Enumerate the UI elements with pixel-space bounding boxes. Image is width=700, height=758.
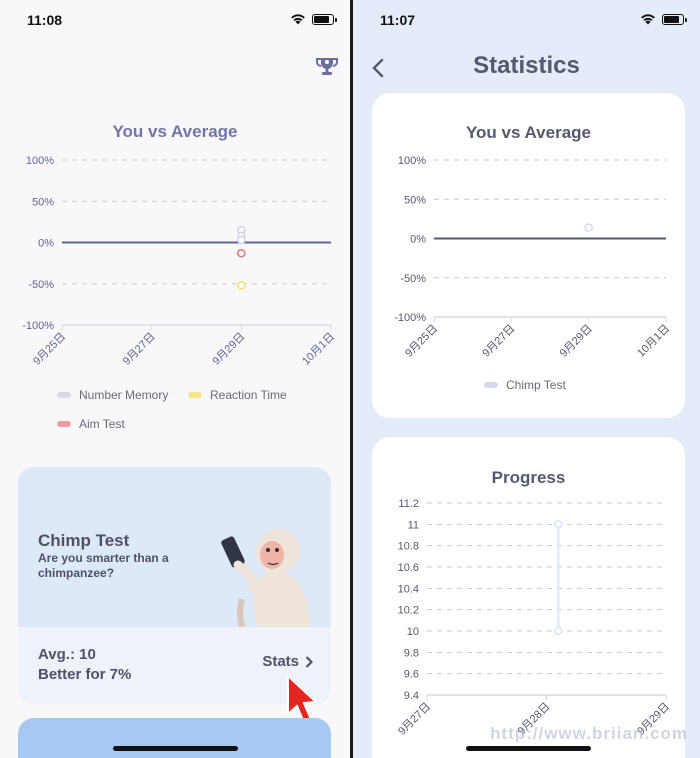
chimpanzee-illustration	[221, 529, 310, 627]
legend-swatch	[484, 382, 498, 388]
chevron-right-icon	[305, 655, 313, 668]
x-tick-label: 9月25日	[31, 331, 68, 365]
battery-icon	[312, 13, 337, 25]
y-tick-label: 0%	[38, 238, 54, 250]
watermark: http://www.briian.com	[490, 724, 688, 743]
stats-button[interactable]: Stats	[262, 653, 313, 670]
data-point	[237, 248, 246, 258]
x-tick-label: 9月29日	[558, 323, 595, 360]
chimp-test-card[interactable]: Chimp Test Are you smarter than a chimpa…	[18, 467, 331, 704]
y-tick-label: 9.8	[404, 647, 419, 659]
right-phone-screen: 11:07 Statistics You vs Average 100% 50% 0…	[353, 0, 700, 758]
legend-label: Number Memory	[79, 388, 169, 402]
you-vs-average-chart: 100% 50% 0% -50% -100%9月25日 9月27日 9月29日 10月1日	[22, 155, 337, 365]
y-tick-label: 10.6	[398, 562, 419, 574]
y-tick-label: 100%	[398, 155, 426, 167]
chart-title: You vs Average	[112, 122, 238, 141]
battery-icon	[662, 13, 687, 25]
status-bar: 11:07	[353, 0, 700, 40]
y-tick-label: 10.8	[398, 541, 419, 553]
progress-chart: 11.21110.810.610.410.2109.89.69.49月27日 9月…	[396, 498, 672, 738]
next-test-card[interactable]	[18, 718, 331, 758]
legend-swatch	[57, 421, 71, 427]
x-tick-label: 9月29日	[210, 331, 247, 365]
legend-chimp-test: Chimp Test	[484, 378, 566, 392]
average-score: Avg.: 10	[38, 646, 96, 663]
legend-label: Chimp Test	[506, 378, 566, 392]
legend-label: Aim Test	[79, 417, 125, 431]
y-tick-label: -100%	[394, 312, 426, 324]
chimp-test-title: Chimp Test	[38, 531, 130, 550]
left-phone-screen: 11:08 You vs Average 100% 50% 0% -50% -100% 9…	[0, 0, 350, 758]
screenshot-comparison: 11:08 You vs Average 100% 50% 0% -50% -100% 9…	[0, 0, 700, 758]
status-time: 11:08	[27, 12, 63, 28]
trophy-icon[interactable]	[315, 55, 339, 79]
home-indicator	[466, 746, 591, 751]
wifi-icon	[291, 14, 305, 25]
x-tick-label: 9月25日	[403, 323, 440, 360]
you-vs-average-chart: 100% 50% 0% -50% -100%9月25日 9月27日 9月29日 10月1日	[394, 155, 672, 360]
y-tick-label: 10.4	[398, 583, 419, 595]
x-tick-label: 10月1日	[635, 323, 672, 360]
x-tick-label: 9月27日	[396, 701, 433, 738]
legend-swatch	[188, 392, 202, 398]
y-tick-label: 11.2	[398, 498, 419, 510]
status-bar: 11:08	[0, 0, 350, 40]
status-time: 11:07	[380, 12, 416, 28]
data-point	[237, 281, 246, 290]
y-tick-label: 10	[407, 626, 419, 638]
data-point	[554, 520, 563, 529]
legend-reaction-time: Reaction Time	[188, 388, 287, 402]
chimp-test-subtitle: Are you smarter than a chimpanzee?	[38, 551, 169, 580]
you-vs-average-card: You vs Average 100% 50% 0% -50% -100% 9月25日 9月…	[372, 93, 685, 418]
y-tick-label: -100%	[22, 320, 54, 332]
y-tick-label: 100%	[26, 155, 54, 167]
wifi-icon	[641, 14, 655, 25]
y-tick-label: 50%	[32, 196, 54, 208]
data-point	[237, 235, 246, 245]
progress-card: Progress 11.2 11 10.8 10.6 10.4 10.2 10 9.8 9.6 9…	[372, 437, 685, 758]
page-title: Statistics	[473, 52, 580, 79]
better-than-percent: Better for 7%	[38, 666, 132, 683]
chart-title: You vs Average	[465, 123, 592, 142]
data-point	[554, 626, 563, 636]
legend-label: Reaction Time	[210, 388, 287, 402]
stats-label: Stats	[262, 653, 299, 670]
x-tick-label: 9月27日	[480, 323, 517, 360]
legend-aim-test: Aim Test	[57, 417, 125, 431]
y-tick-label: 11	[408, 519, 419, 531]
data-point	[584, 223, 593, 232]
chart-title: Progress	[491, 468, 566, 487]
y-tick-label: 0%	[410, 234, 426, 246]
y-tick-label: 9.4	[404, 690, 419, 702]
legend-number-memory: Number Memory	[57, 388, 168, 402]
y-tick-label: 10.2	[398, 605, 419, 617]
legend-swatch	[57, 392, 71, 398]
y-tick-label: 9.6	[404, 669, 419, 681]
x-tick-label: 10月1日	[300, 331, 337, 365]
y-tick-label: 50%	[404, 194, 426, 206]
y-tick-label: -50%	[28, 279, 54, 291]
home-indicator	[113, 746, 238, 751]
y-tick-label: -50%	[400, 273, 426, 285]
x-tick-label: 9月27日	[121, 331, 158, 365]
